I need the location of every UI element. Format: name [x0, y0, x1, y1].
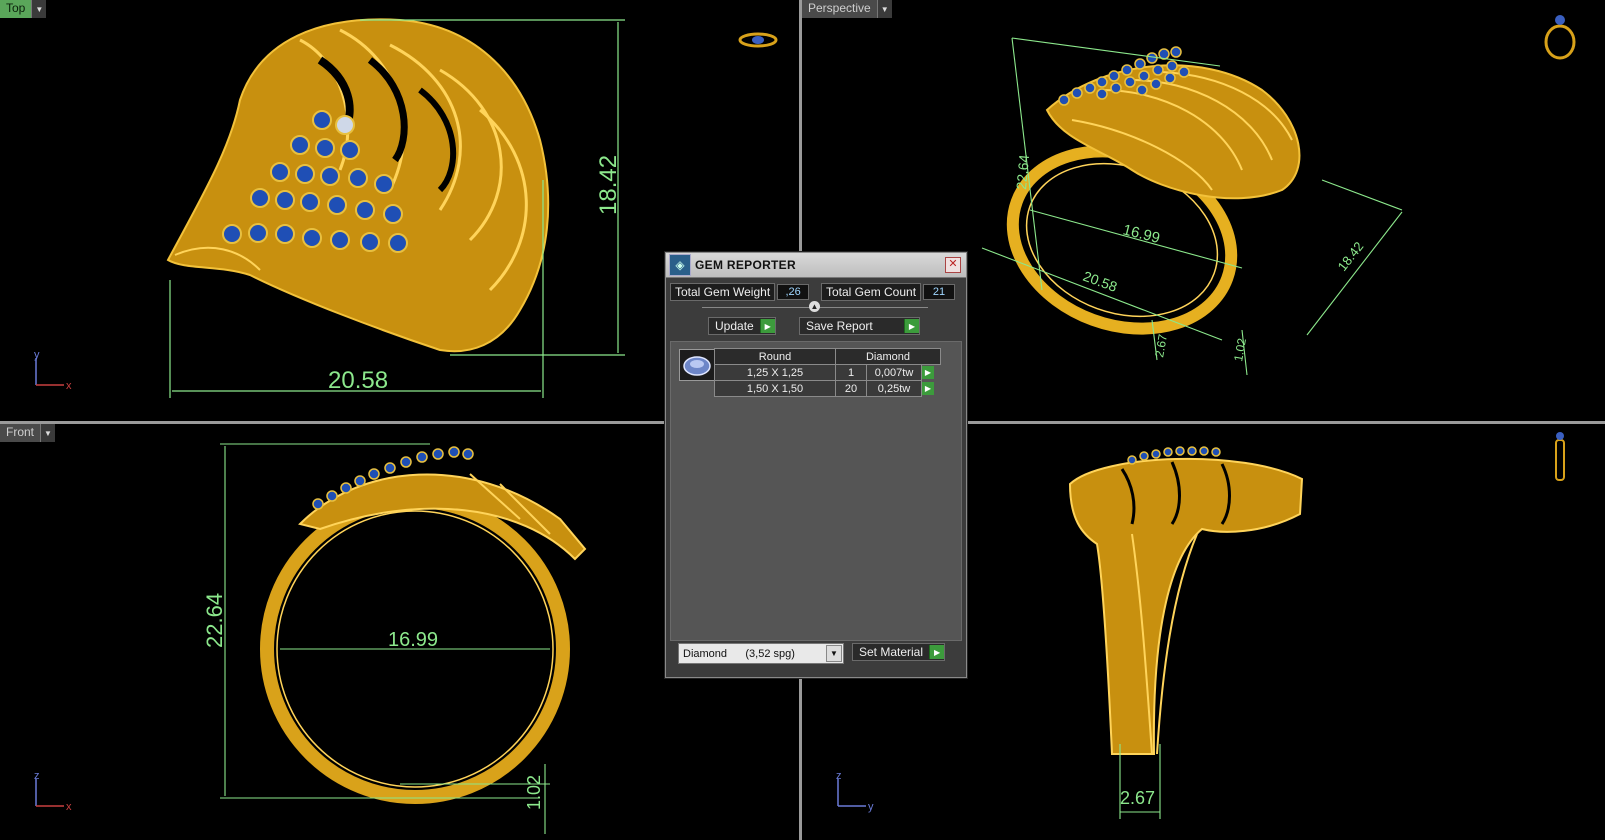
front-bottom-dimension: 1.02 [524, 775, 544, 810]
total-count-row: Total Gem Count 21 [821, 283, 956, 301]
ring-orientation-icon [1555, 432, 1565, 481]
row-arrow-icon[interactable]: ▶ [922, 366, 934, 380]
ring-right-body [1068, 457, 1304, 755]
axis-z-label: z [34, 770, 40, 782]
ring-orientation-icon [1544, 15, 1576, 60]
set-material-button[interactable]: Set Material ▶ [852, 643, 946, 661]
dialog-title-bar[interactable]: ◈ GEM REPORTER ✕ [666, 253, 966, 278]
gem-reporter-dialog: ◈ GEM REPORTER ✕ Total Gem Weight ,26 To… [665, 252, 967, 678]
round-diamond-icon [679, 349, 715, 381]
total-weight-row: Total Gem Weight ,26 [670, 283, 810, 301]
axis-y-label: y [34, 349, 40, 361]
save-report-button[interactable]: Save Report ▶ [799, 317, 920, 335]
play-arrow-icon: ▶ [929, 645, 945, 659]
axis-y-label: y [868, 801, 874, 813]
header-stone: Diamond [835, 348, 941, 365]
axis-x-label: x [66, 380, 72, 392]
table-header-row: Round Diamond [714, 348, 941, 365]
gem-table-area: Round Diamond 1,25 X 1,25 1 0,007tw ▶ 1,… [670, 341, 962, 641]
dialog-title: GEM REPORTER [695, 258, 796, 272]
front-inner-dimension: 16.99 [388, 629, 438, 651]
total-count-value: 21 [923, 284, 956, 300]
gem-size: 1,25 X 1,25 [714, 364, 836, 381]
gem-weight: 0,25tw [866, 380, 922, 397]
gem-table: Round Diamond 1,25 X 1,25 1 0,007tw ▶ 1,… [714, 348, 941, 397]
persp-dim-20-58: 20.58 [1081, 268, 1120, 295]
gem-size: 1,50 X 1,50 [714, 380, 836, 397]
play-arrow-icon: ▶ [904, 319, 919, 333]
ring-orientation-icon [738, 32, 778, 48]
total-weight-value: ,26 [777, 284, 810, 300]
row-arrow-icon[interactable]: ▶ [922, 382, 934, 395]
persp-dim-18-42: 18.42 [1335, 239, 1367, 274]
axis-gizmo-front [35, 779, 64, 807]
top-height-dimension: 18.42 [595, 155, 622, 215]
total-count-label: Total Gem Count [821, 283, 922, 301]
persp-dim-2-67: 2.67 [1152, 333, 1170, 359]
top-width-dimension: 20.58 [328, 367, 388, 394]
gem-count: 20 [835, 380, 867, 397]
gem-reporter-icon: ◈ [669, 254, 691, 276]
header-shape: Round [714, 348, 836, 365]
material-select[interactable]: Diamond (3,52 spg) ▼ [678, 643, 844, 664]
chevron-down-icon[interactable]: ▼ [826, 645, 842, 662]
axis-gizmo-top [35, 358, 64, 386]
table-row[interactable]: 1,25 X 1,25 1 0,007tw ▶ [714, 364, 941, 381]
axis-gizmo-right [837, 779, 866, 807]
right-bottom-dimension: 2.67 [1120, 788, 1155, 808]
gem-count: 1 [835, 364, 867, 381]
table-row[interactable]: 1,50 X 1,50 20 0,25tw ▶ [714, 380, 941, 397]
persp-dim-22-64: 22.64 [1013, 154, 1032, 191]
update-button[interactable]: Update ▶ [708, 317, 776, 335]
play-arrow-icon: ▶ [759, 319, 775, 333]
collapse-toggle-icon[interactable]: ▲ [809, 301, 820, 312]
gem-weight: 0,007tw [866, 364, 922, 381]
persp-dim-16-99: 16.99 [1121, 221, 1162, 247]
total-weight-label: Total Gem Weight [670, 283, 776, 301]
front-height-dimension: 22.64 [202, 593, 227, 648]
close-icon[interactable]: ✕ [945, 257, 961, 273]
axis-x-label: x [66, 801, 72, 813]
axis-z-label: z [836, 770, 842, 782]
persp-dim-1-02: 1.02 [1231, 337, 1249, 363]
